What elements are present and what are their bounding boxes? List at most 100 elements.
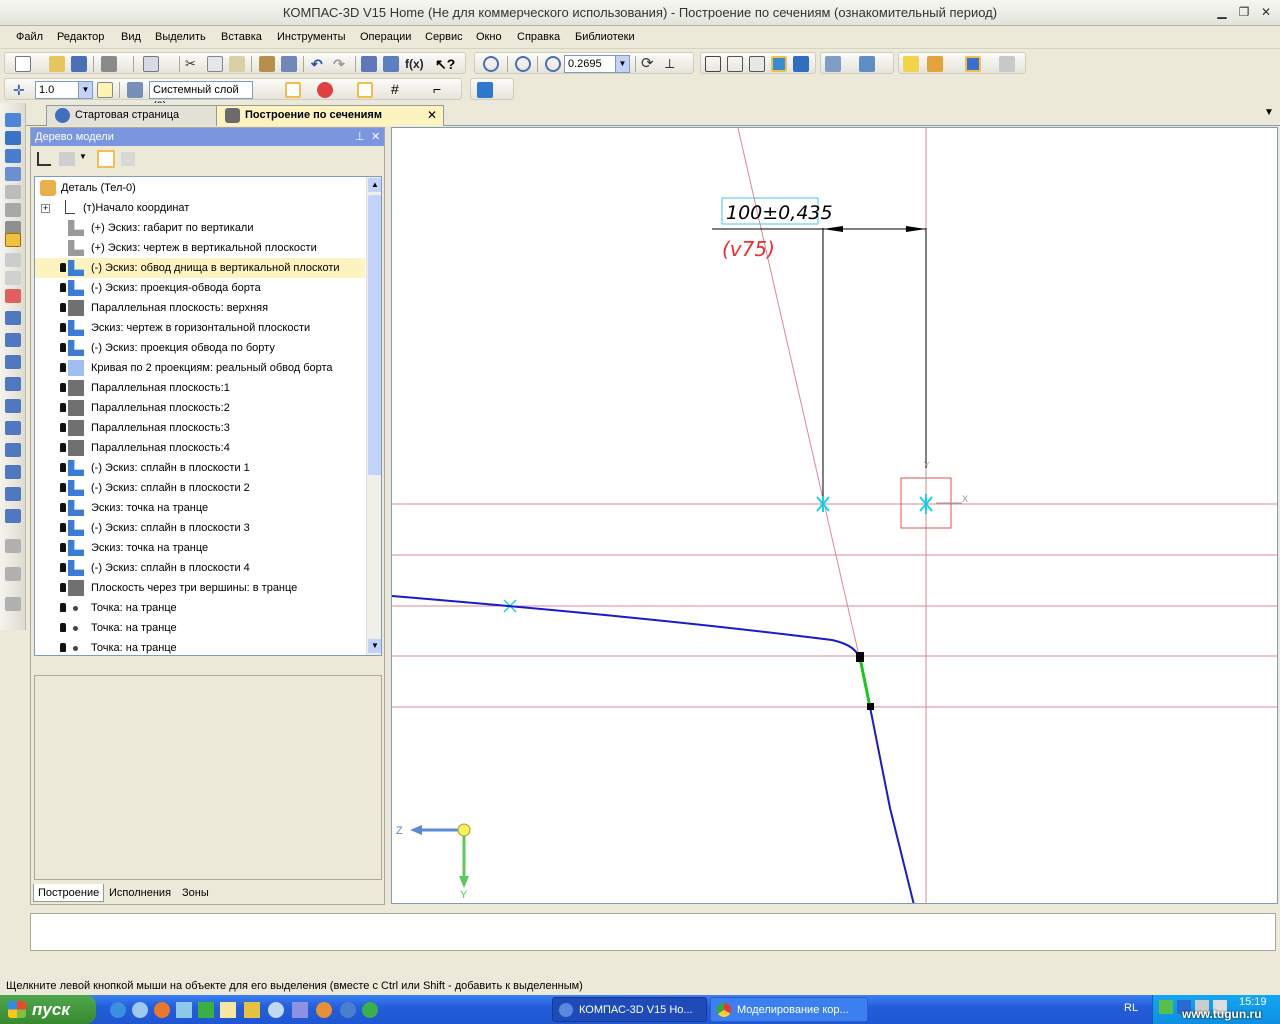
language-indicator[interactable]: RL — [1124, 1002, 1138, 1014]
task-browser[interactable]: Моделирование кор... — [710, 997, 868, 1022]
tree-item[interactable]: Кривая по 2 проекциям: реальный обвод бо… — [35, 358, 365, 378]
new-file-icon[interactable] — [15, 56, 31, 72]
grid-icon[interactable]: # — [391, 82, 407, 98]
tree-mode-icon[interactable] — [59, 152, 75, 166]
wireframe-icon[interactable] — [705, 56, 721, 72]
rotate-icon[interactable]: ⟳ — [641, 56, 657, 72]
surfaces-icon[interactable] — [5, 167, 21, 181]
app-icon-7[interactable] — [316, 1002, 332, 1018]
aux-geometry-icon[interactable] — [5, 203, 21, 217]
tree-item[interactable]: Параллельная плоскость:4 — [35, 438, 365, 458]
menu-select[interactable]: Выделить — [155, 31, 206, 43]
app-icon-2[interactable] — [198, 1002, 214, 1018]
filter-objects-icon[interactable] — [859, 56, 875, 72]
tree-item[interactable]: Параллельная плоскость:3 — [35, 418, 365, 438]
tab-start-page[interactable]: Стартовая страница — [46, 105, 222, 126]
split-tool-icon[interactable] — [5, 487, 21, 501]
sketch-mode-icon[interactable] — [5, 233, 21, 247]
zoom-in-icon[interactable] — [515, 56, 531, 72]
print-icon[interactable] — [101, 56, 117, 72]
tree-item[interactable]: (-) Эскиз: сплайн в плоскости 4 — [35, 558, 365, 578]
scale-tool-icon[interactable] — [5, 355, 21, 369]
app-icon-1[interactable] — [176, 1002, 192, 1018]
deform-tool-icon[interactable] — [5, 421, 21, 435]
scroll-thumb[interactable] — [368, 195, 381, 475]
save-icon[interactable] — [71, 56, 87, 72]
filter-tool-icon[interactable] — [5, 149, 21, 163]
pin-icon[interactable]: ⊥ — [355, 128, 365, 146]
preview-icon[interactable] — [143, 56, 159, 72]
properties-icon[interactable] — [281, 56, 297, 72]
drawing-canvas[interactable]: 100±0,435 (v75) Y X Z Y — [392, 128, 1278, 904]
tree-item[interactable]: (-) Эскиз: проекция-обвода борта — [35, 278, 365, 298]
tree-item[interactable]: (-) Эскиз: проекция обвода по борту — [35, 338, 365, 358]
variables-icon[interactable] — [383, 56, 399, 72]
manager-icon[interactable] — [361, 56, 377, 72]
chrome-quick-icon[interactable] — [362, 1002, 378, 1018]
close-window-button[interactable]: ✕ — [1258, 5, 1274, 21]
halftone-icon[interactable] — [749, 56, 765, 72]
array-tool-icon[interactable] — [5, 399, 21, 413]
tree-item[interactable]: Эскиз: точка на транце — [35, 498, 365, 518]
menu-view[interactable]: Вид — [121, 31, 141, 43]
undo-icon[interactable]: ↶ — [311, 56, 327, 72]
tree-item[interactable]: Точка: на транце — [35, 638, 365, 655]
tree-scrollbar-h[interactable]: ◀ ▶ — [35, 655, 382, 656]
library-icon[interactable] — [999, 56, 1015, 72]
menu-libraries[interactable]: Библиотеки — [575, 31, 635, 43]
kompas-quick-icon[interactable] — [340, 1002, 356, 1018]
app-icon-5[interactable] — [268, 1002, 284, 1018]
layers-icon[interactable] — [127, 82, 143, 98]
axes-icon[interactable] — [5, 289, 21, 303]
tree-item[interactable]: (-) Эскиз: обвод днища в вертикальной пл… — [35, 258, 365, 278]
menu-editor[interactable]: Редактор — [57, 31, 104, 43]
cut-icon[interactable]: ✂ — [185, 56, 201, 72]
tree-list-icon[interactable] — [121, 152, 135, 166]
tray-icon-1[interactable] — [1159, 1000, 1173, 1014]
tabs-menu-icon[interactable]: ▼ — [1264, 107, 1274, 118]
close-panel-icon[interactable]: ✕ — [371, 128, 380, 146]
menu-file[interactable]: Файл — [16, 31, 43, 43]
scroll-up-icon[interactable]: ▲ — [368, 178, 381, 192]
tree-item[interactable]: Плоскость через три вершины: в транце — [35, 578, 365, 598]
extend-tool-icon[interactable] — [5, 465, 21, 479]
chevron-down-icon[interactable]: ▼ — [615, 56, 629, 72]
tab-executions[interactable]: Исполнения — [105, 884, 175, 902]
local-snap-icon[interactable] — [357, 82, 373, 98]
copy-tool-icon[interactable] — [5, 311, 21, 325]
firefox-icon[interactable] — [154, 1002, 170, 1018]
close-tab-icon[interactable]: ✕ — [427, 106, 437, 125]
open-folder-icon[interactable] — [49, 56, 65, 72]
tab-zones[interactable]: Зоны — [178, 884, 213, 902]
step-combo[interactable]: 1.0 ▼ — [35, 81, 93, 99]
model-viewport[interactable]: 100±0,435 (v75) Y X Z Y — [391, 127, 1278, 904]
shaded-edges-icon[interactable] — [793, 56, 809, 72]
tree-item[interactable]: (-) Эскиз: сплайн в плоскости 3 — [35, 518, 365, 538]
quicklaunch-icon[interactable] — [132, 1002, 148, 1018]
ie-icon[interactable] — [110, 1002, 126, 1018]
iso-view-icon[interactable] — [477, 82, 493, 98]
tree-item[interactable]: Точка: на транце — [35, 618, 365, 638]
round-icon[interactable]: ⌐ — [433, 82, 449, 98]
tree-item[interactable]: Параллельная плоскость: верхняя — [35, 298, 365, 318]
menu-insert[interactable]: Вставка — [221, 31, 262, 43]
editing-icon[interactable] — [5, 113, 21, 127]
tree-item[interactable]: (+) Эскиз: габарит по вертикали — [35, 218, 365, 238]
dimension-text[interactable]: 100±0,435 — [726, 202, 833, 224]
rotate-tool-icon[interactable] — [5, 333, 21, 347]
tree-item[interactable]: Параллельная плоскость:2 — [35, 398, 365, 418]
start-button[interactable]: пуск — [0, 995, 96, 1024]
zoom-combo[interactable]: 0.2695 ▼ — [564, 55, 630, 73]
chevron-down-icon[interactable]: ▼ — [79, 152, 87, 161]
redo-icon[interactable]: ↷ — [333, 56, 349, 72]
trim-tool-icon[interactable] — [5, 443, 21, 457]
tree-scrollbar-v[interactable]: ▲ ▼ — [366, 177, 381, 655]
snap-icon[interactable] — [97, 82, 113, 98]
magnet-snap-icon[interactable] — [317, 82, 333, 98]
chevron-down-icon[interactable]: ▼ — [78, 82, 92, 98]
constraints-icon[interactable] — [5, 253, 21, 267]
filter-icon[interactable] — [825, 56, 841, 72]
tree-item[interactable]: (-) Эскиз: сплайн в плоскости 2 — [35, 478, 365, 498]
menu-window[interactable]: Окно — [476, 31, 502, 43]
tree-item[interactable]: (-) Эскиз: сплайн в плоскости 1 — [35, 458, 365, 478]
